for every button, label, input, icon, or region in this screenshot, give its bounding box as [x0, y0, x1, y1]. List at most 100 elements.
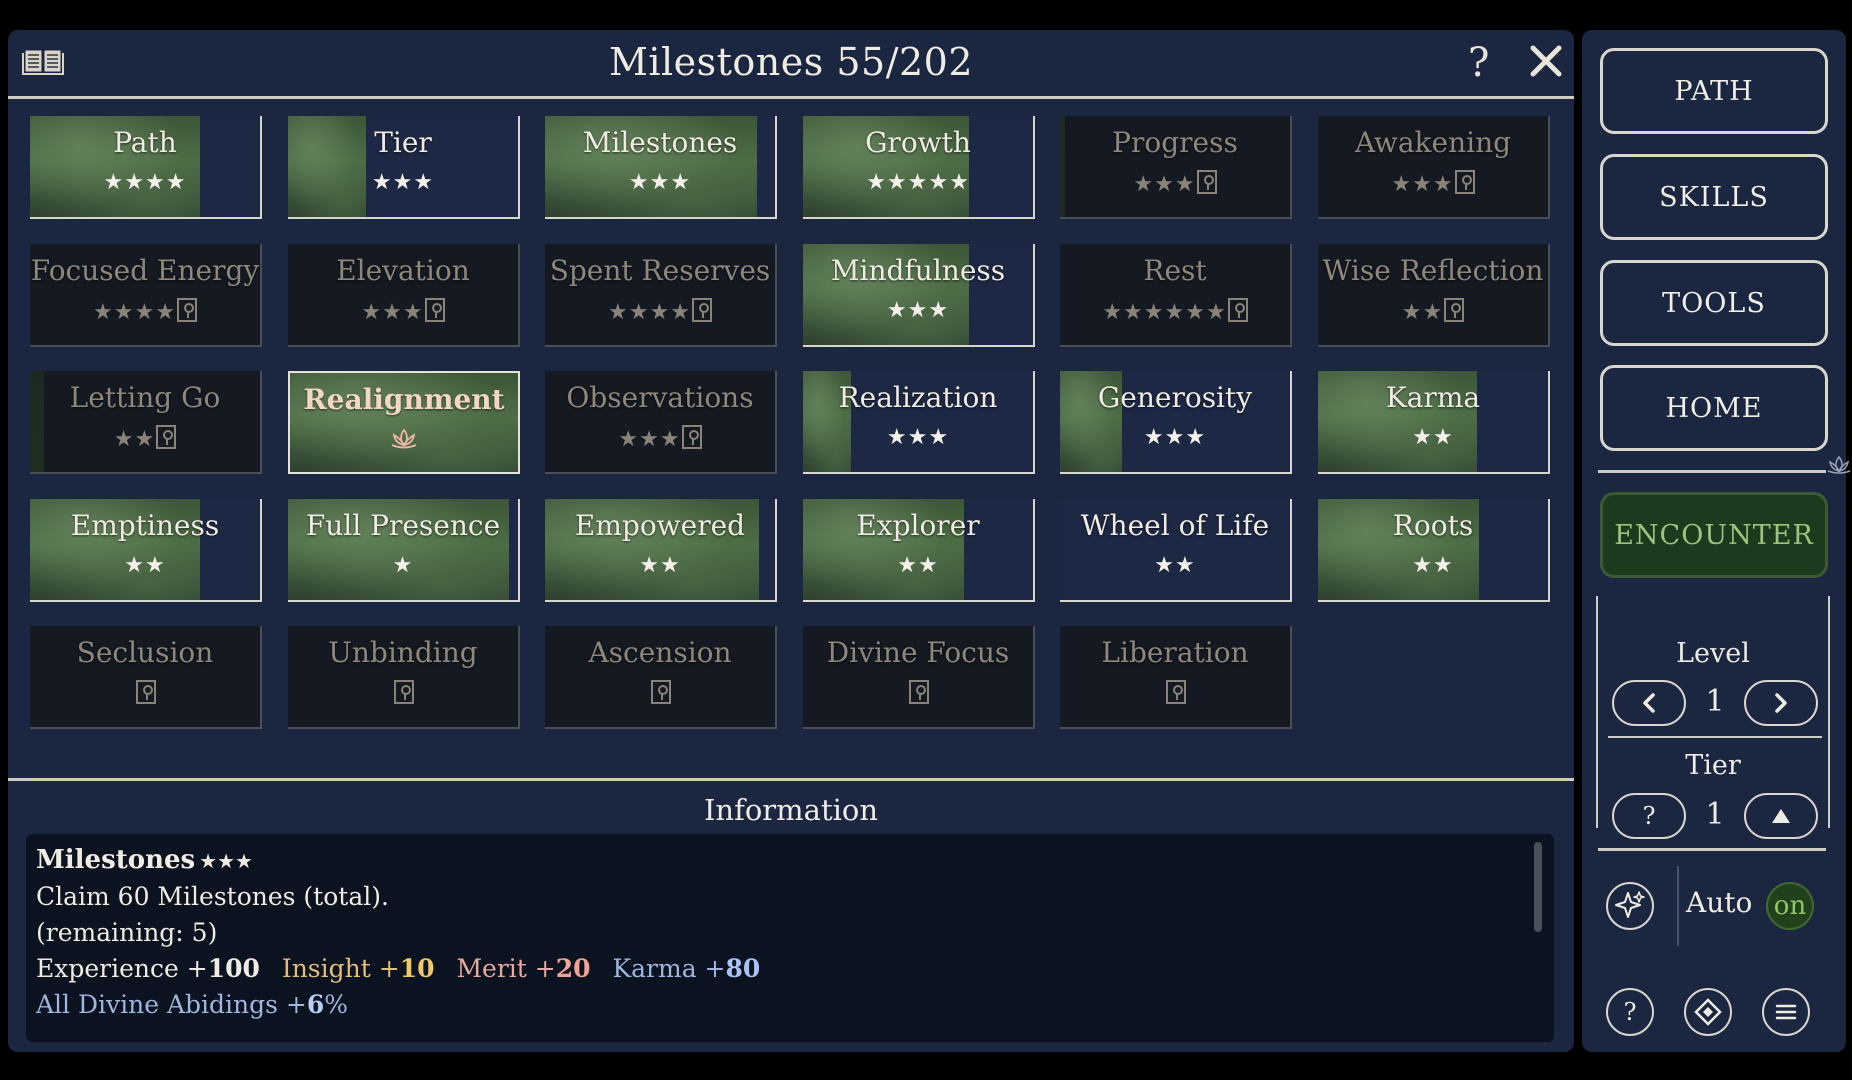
- auto-sparkle-button[interactable]: [1606, 882, 1654, 930]
- milestone-star-rating: ★★★★★: [866, 170, 970, 195]
- encounter-button[interactable]: ENCOUNTER: [1600, 492, 1828, 578]
- milestone-tile[interactable]: Spent Reserves ★★★★: [545, 244, 777, 347]
- milestone-star-rating: ★★: [1412, 553, 1454, 578]
- lock-icon: [176, 298, 197, 322]
- level-value: 1: [1705, 684, 1725, 719]
- milestone-name: Rest: [1143, 254, 1207, 287]
- milestone-tile[interactable]: Explorer ★★: [803, 499, 1035, 602]
- milestone-stars: ★★★: [545, 170, 775, 195]
- tier-label: Tier: [1685, 750, 1741, 781]
- milestone-star-rating: ★: [392, 553, 414, 578]
- milestone-stars: ★★: [803, 553, 1033, 578]
- milestone-stars: ★★★: [1318, 170, 1548, 197]
- level-increase-button[interactable]: [1744, 680, 1818, 726]
- lock-icon: [908, 680, 929, 704]
- level-decrease-button[interactable]: [1612, 680, 1686, 726]
- milestone-tile[interactable]: Path ★★★★: [30, 116, 262, 219]
- milestone-name: Realignment: [303, 383, 505, 416]
- milestone-tile[interactable]: Letting Go ★★: [30, 371, 262, 474]
- milestone-star-rating: ★★★: [361, 300, 424, 325]
- level-tier-controls: Level 1 Tier ? 1: [1596, 596, 1830, 839]
- milestone-tile[interactable]: Focused Energy ★★★★: [30, 244, 262, 347]
- milestone-tile[interactable]: Realignment: [288, 371, 520, 474]
- milestone-tile[interactable]: Realization ★★★: [803, 371, 1035, 474]
- milestone-stars: ★★★: [288, 170, 518, 195]
- milestone-name: Roots: [1392, 509, 1474, 542]
- milestone-stars: ★★: [1060, 553, 1290, 578]
- milestone-tile[interactable]: Awakening ★★★: [1318, 116, 1550, 219]
- chevron-right-icon: [1775, 693, 1787, 713]
- milestone-star-rating: ★★★: [628, 170, 692, 195]
- info-bonus: All Divine Abidings +6%: [36, 990, 349, 1019]
- milestone-name: Focused Energy: [30, 254, 260, 287]
- lock-icon: [1227, 298, 1248, 322]
- milestone-tile[interactable]: Milestones ★★★: [545, 116, 777, 219]
- milestone-tile[interactable]: Elevation ★★★: [288, 244, 520, 347]
- skills-button[interactable]: SKILLS: [1600, 154, 1828, 240]
- milestone-name: Path: [113, 126, 177, 159]
- diamond-button[interactable]: [1684, 988, 1732, 1036]
- milestone-tile[interactable]: Generosity ★★★: [1060, 371, 1292, 474]
- milestone-name: Tier: [374, 126, 432, 159]
- milestone-name: Mindfulness: [830, 254, 1006, 287]
- help-round-button[interactable]: ?: [1606, 988, 1654, 1036]
- information-heading: Information: [703, 793, 879, 827]
- milestone-name: Seclusion: [76, 636, 214, 669]
- milestone-star-rating: ★★★: [371, 170, 435, 195]
- reward-insight: Insight +10: [281, 954, 435, 983]
- milestone-name: Spent Reserves: [549, 254, 771, 287]
- tools-button[interactable]: TOOLS: [1600, 260, 1828, 346]
- milestone-tile[interactable]: Divine Focus: [803, 626, 1035, 729]
- milestone-star-rating: ★★: [1401, 300, 1444, 325]
- milestone-tile[interactable]: Unbinding: [288, 626, 520, 729]
- milestones-window: Milestones 55/202 ? Path ★★★★ Tier ★★★ Miles…: [8, 30, 1574, 1052]
- menu-button[interactable]: [1762, 988, 1810, 1036]
- milestone-tile[interactable]: Liberation: [1060, 626, 1292, 729]
- milestone-name: Wheel of Life: [1080, 509, 1270, 542]
- home-button[interactable]: HOME: [1600, 365, 1828, 451]
- milestone-name: Explorer: [856, 509, 980, 542]
- milestone-name: Divine Focus: [826, 636, 1010, 669]
- milestone-tile[interactable]: Ascension: [545, 626, 777, 729]
- milestone-tile[interactable]: Growth ★★★★★: [803, 116, 1035, 219]
- info-scrollbar[interactable]: [1534, 842, 1542, 932]
- reward-karma: Karma +80: [612, 954, 761, 983]
- lock-icon: [424, 298, 445, 322]
- milestone-tile[interactable]: Full Presence ★: [288, 499, 520, 602]
- reward-experience: Experience +100: [36, 954, 260, 983]
- lock-icon: [135, 680, 156, 704]
- milestone-stars: ★★: [30, 425, 260, 452]
- milestone-stars: ★★★: [803, 425, 1033, 450]
- milestone-star-rating: ★★★: [618, 427, 681, 452]
- milestone-tile[interactable]: Wheel of Life ★★: [1060, 499, 1292, 602]
- milestone-tile[interactable]: Tier ★★★: [288, 116, 520, 219]
- milestone-tile[interactable]: Mindfulness ★★★: [803, 244, 1035, 347]
- milestone-tile[interactable]: Observations ★★★: [545, 371, 777, 474]
- milestone-tile[interactable]: Progress ★★★: [1060, 116, 1292, 219]
- milestone-stars: ★★: [1318, 298, 1548, 325]
- path-button[interactable]: PATH: [1600, 48, 1828, 134]
- milestone-stars: ★★★: [545, 425, 775, 452]
- lock-icon: [1454, 170, 1475, 194]
- tier-up-button[interactable]: [1744, 793, 1818, 839]
- milestone-tile[interactable]: Roots ★★: [1318, 499, 1550, 602]
- auto-toggle[interactable]: on: [1766, 882, 1814, 930]
- milestone-stars: ★★★★: [30, 170, 260, 195]
- auto-label: Auto: [1686, 886, 1753, 919]
- milestone-tile[interactable]: Rest ★★★★★★: [1060, 244, 1292, 347]
- close-icon[interactable]: [1526, 38, 1566, 82]
- milestone-tile[interactable]: Emptiness ★★: [30, 499, 262, 602]
- tier-value: 1: [1705, 797, 1725, 832]
- milestone-tile[interactable]: Karma ★★: [1318, 371, 1550, 474]
- milestone-stars: ★★★★: [30, 298, 260, 325]
- milestone-stars: [30, 680, 260, 707]
- milestone-tile[interactable]: Seclusion: [30, 626, 262, 729]
- help-button[interactable]: ?: [1468, 40, 1489, 86]
- milestone-stars: ★★★: [288, 298, 518, 325]
- tier-help-button[interactable]: ?: [1612, 793, 1686, 839]
- milestone-stars: ★★★★★: [803, 170, 1033, 195]
- milestone-star-rating: ★★: [1154, 553, 1196, 578]
- milestone-tile[interactable]: Wise Reflection ★★: [1318, 244, 1550, 347]
- side-divider: [1598, 470, 1826, 473]
- milestone-tile[interactable]: Empowered ★★: [545, 499, 777, 602]
